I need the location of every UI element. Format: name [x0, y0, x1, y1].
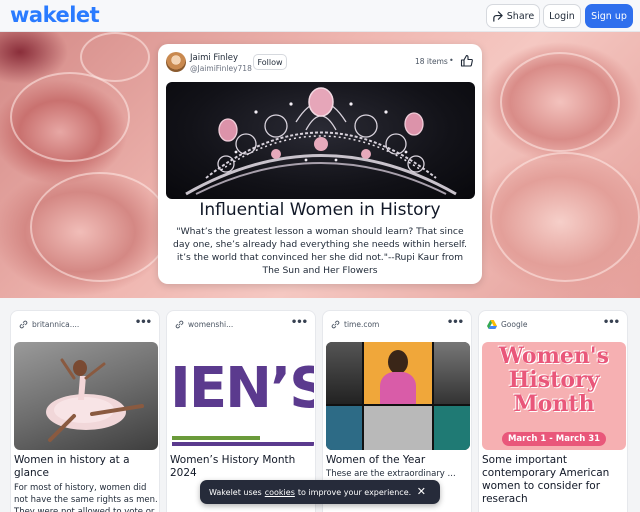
google-drive-icon [487, 320, 497, 329]
cookie-toast: Wakelet uses cookies to improve your exp… [200, 480, 440, 504]
collection-description: "What’s the greatest lesson a woman shou… [173, 226, 467, 276]
rose-petal [30, 172, 170, 282]
item-title[interactable]: Women of the Year [326, 454, 472, 467]
item-image: IEN’S [170, 342, 314, 450]
image-stripe-purple [172, 442, 314, 446]
item-image-text: IEN’S [170, 356, 314, 421]
separator-dot: • [449, 56, 454, 65]
wakelet-logo[interactable]: wakelet [10, 3, 100, 27]
dancer-illustration [46, 358, 144, 442]
owner-name[interactable]: Jaimi Finley [190, 53, 238, 63]
item-source-label: time.com [344, 320, 380, 329]
item-image [14, 342, 158, 450]
portrait-tile [364, 342, 432, 404]
cookie-text-start: Wakelet uses [209, 487, 262, 497]
share-button[interactable]: Share [486, 4, 540, 28]
portrait-tile [434, 342, 470, 404]
cookies-link[interactable]: cookies [265, 488, 295, 497]
item-source[interactable]: womenshi... [175, 320, 233, 329]
item-source[interactable]: time.com [331, 320, 379, 329]
item-source-label: britannica.... [32, 320, 80, 329]
thumbs-up-icon[interactable] [460, 54, 474, 68]
collection-header-card: Jaimi Finley @JaimiFinley718 Follow 18 i… [158, 44, 482, 284]
avatar[interactable] [166, 52, 186, 72]
more-options-icon[interactable]: ••• [291, 317, 308, 328]
cookie-text-end: to improve your experience. [297, 487, 412, 497]
item-description: For most of history, women did not have … [14, 483, 158, 512]
link-icon [19, 320, 28, 329]
item-card[interactable]: britannica.... ••• Women in history at a… [10, 310, 160, 512]
rose-petal [500, 52, 620, 152]
rose-petal [10, 72, 130, 162]
item-image-date: March 1 - March 31 [502, 432, 606, 446]
signup-button[interactable]: Sign up [585, 4, 633, 28]
more-options-icon[interactable]: ••• [447, 317, 464, 328]
portrait-tile [364, 406, 432, 450]
item-title[interactable]: Some important contemporary American wom… [482, 454, 628, 506]
item-image-title: Women's History Month [499, 343, 609, 417]
follow-button[interactable]: Follow [253, 54, 287, 70]
item-source-label: Google [501, 320, 528, 329]
portrait-tile [326, 406, 362, 450]
rose-petal [490, 152, 640, 282]
more-options-icon[interactable]: ••• [135, 317, 152, 328]
login-button[interactable]: Login [543, 4, 581, 28]
tiara-illustration [185, 87, 457, 196]
portrait-tile [326, 342, 362, 404]
portrait-tile [434, 406, 470, 450]
share-icon [493, 10, 503, 22]
collection-title: Influential Women in History [199, 200, 441, 220]
more-options-icon[interactable]: ••• [603, 317, 620, 328]
tiara-cover-image [166, 82, 475, 199]
item-count: 18 items [415, 57, 448, 66]
link-icon [331, 320, 340, 329]
item-source[interactable]: Google [487, 320, 527, 329]
item-image [326, 342, 470, 450]
item-title[interactable]: Women in history at a glance [14, 454, 160, 480]
item-source-label: womenshi... [188, 320, 234, 329]
item-title[interactable]: Women’s History Month 2024 [170, 454, 316, 480]
top-bar: wakelet Share Login Sign up [0, 0, 640, 32]
link-icon [175, 320, 184, 329]
rose-petal [80, 32, 150, 82]
image-stripe-green [172, 436, 260, 440]
close-icon[interactable]: ✕ [417, 485, 426, 498]
owner-handle: @JaimiFinley718 [190, 64, 252, 73]
item-card[interactable]: Google ••• Women's History Month March 1… [478, 310, 628, 512]
item-source[interactable]: britannica.... [19, 320, 79, 329]
share-label: Share [506, 10, 535, 22]
item-image: Women's History Month March 1 - March 31 [482, 342, 626, 450]
